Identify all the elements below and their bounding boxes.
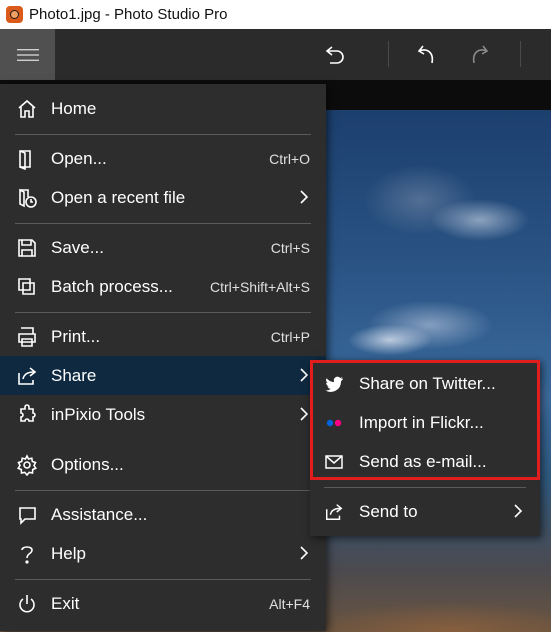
print-icon	[18, 327, 36, 347]
menu-item-home[interactable]: Home	[0, 89, 326, 128]
toolbar-separator	[520, 41, 521, 67]
menu-item-batch-process[interactable]: Batch process... Ctrl+Shift+Alt+S	[0, 267, 326, 306]
chat-icon	[19, 507, 36, 525]
reset-icon	[325, 46, 344, 64]
chevron-right-icon	[514, 504, 523, 518]
home-icon	[18, 99, 36, 118]
gear-icon	[17, 454, 37, 476]
twitter-icon	[325, 376, 343, 392]
share-icon	[18, 367, 37, 385]
save-icon	[18, 239, 36, 257]
chevron-right-icon	[300, 190, 309, 204]
undo-icon	[417, 45, 434, 64]
reset-button[interactable]	[321, 40, 349, 68]
flickr-icon	[326, 419, 342, 427]
title-bar: Photo1.jpg - Photo Studio Pro	[0, 0, 551, 29]
mail-icon	[325, 455, 343, 469]
menu-divider	[15, 134, 311, 135]
chevron-right-icon	[300, 546, 309, 560]
share-submenu: Share on Twitter... Import in Flickr... …	[310, 360, 540, 536]
chevron-right-icon	[300, 407, 309, 421]
share-twitter-item[interactable]: Share on Twitter...	[310, 364, 540, 403]
menu-item-assistance[interactable]: Assistance...	[0, 495, 326, 534]
app-logo-icon	[6, 6, 23, 23]
open-file-icon	[19, 150, 31, 170]
toolbar	[0, 29, 551, 80]
share-send-to-item[interactable]: Send to	[310, 492, 540, 531]
menu-item-help[interactable]: Help	[0, 534, 326, 573]
menu-item-print[interactable]: Print... Ctrl+P	[0, 317, 326, 356]
menu-icon	[16, 48, 39, 61]
main-menu: Home Open... Ctrl+O Open a recent file S…	[0, 84, 326, 631]
menu-item-share[interactable]: Share	[0, 356, 326, 395]
menu-item-open[interactable]: Open... Ctrl+O	[0, 139, 326, 178]
toolbar-separator	[388, 41, 389, 67]
undo-button[interactable]	[413, 40, 441, 68]
menu-item-exit[interactable]: Exit Alt+F4	[0, 584, 326, 623]
menu-button[interactable]	[0, 29, 55, 80]
share-flickr-item[interactable]: Import in Flickr...	[310, 403, 540, 442]
menu-item-options[interactable]: Options...	[0, 445, 326, 484]
menu-item-inpixio-tools[interactable]: inPixio Tools	[0, 395, 326, 434]
power-icon	[19, 595, 35, 613]
help-icon	[21, 546, 33, 564]
menu-divider	[15, 490, 311, 491]
chevron-right-icon	[300, 368, 309, 382]
recent-file-icon	[19, 188, 37, 208]
batch-icon	[18, 278, 35, 295]
redo-button[interactable]	[465, 40, 493, 68]
menu-divider	[15, 312, 311, 313]
redo-icon	[472, 45, 489, 64]
menu-item-open-recent[interactable]: Open a recent file	[0, 178, 326, 217]
puzzle-icon	[20, 404, 36, 422]
menu-divider	[15, 223, 311, 224]
menu-divider	[15, 579, 311, 580]
submenu-divider	[324, 487, 526, 488]
window-title: Photo1.jpg - Photo Studio Pro	[29, 6, 228, 23]
share-email-item[interactable]: Send as e-mail...	[310, 442, 540, 481]
menu-item-save[interactable]: Save... Ctrl+S	[0, 228, 326, 267]
share-icon	[326, 504, 343, 520]
